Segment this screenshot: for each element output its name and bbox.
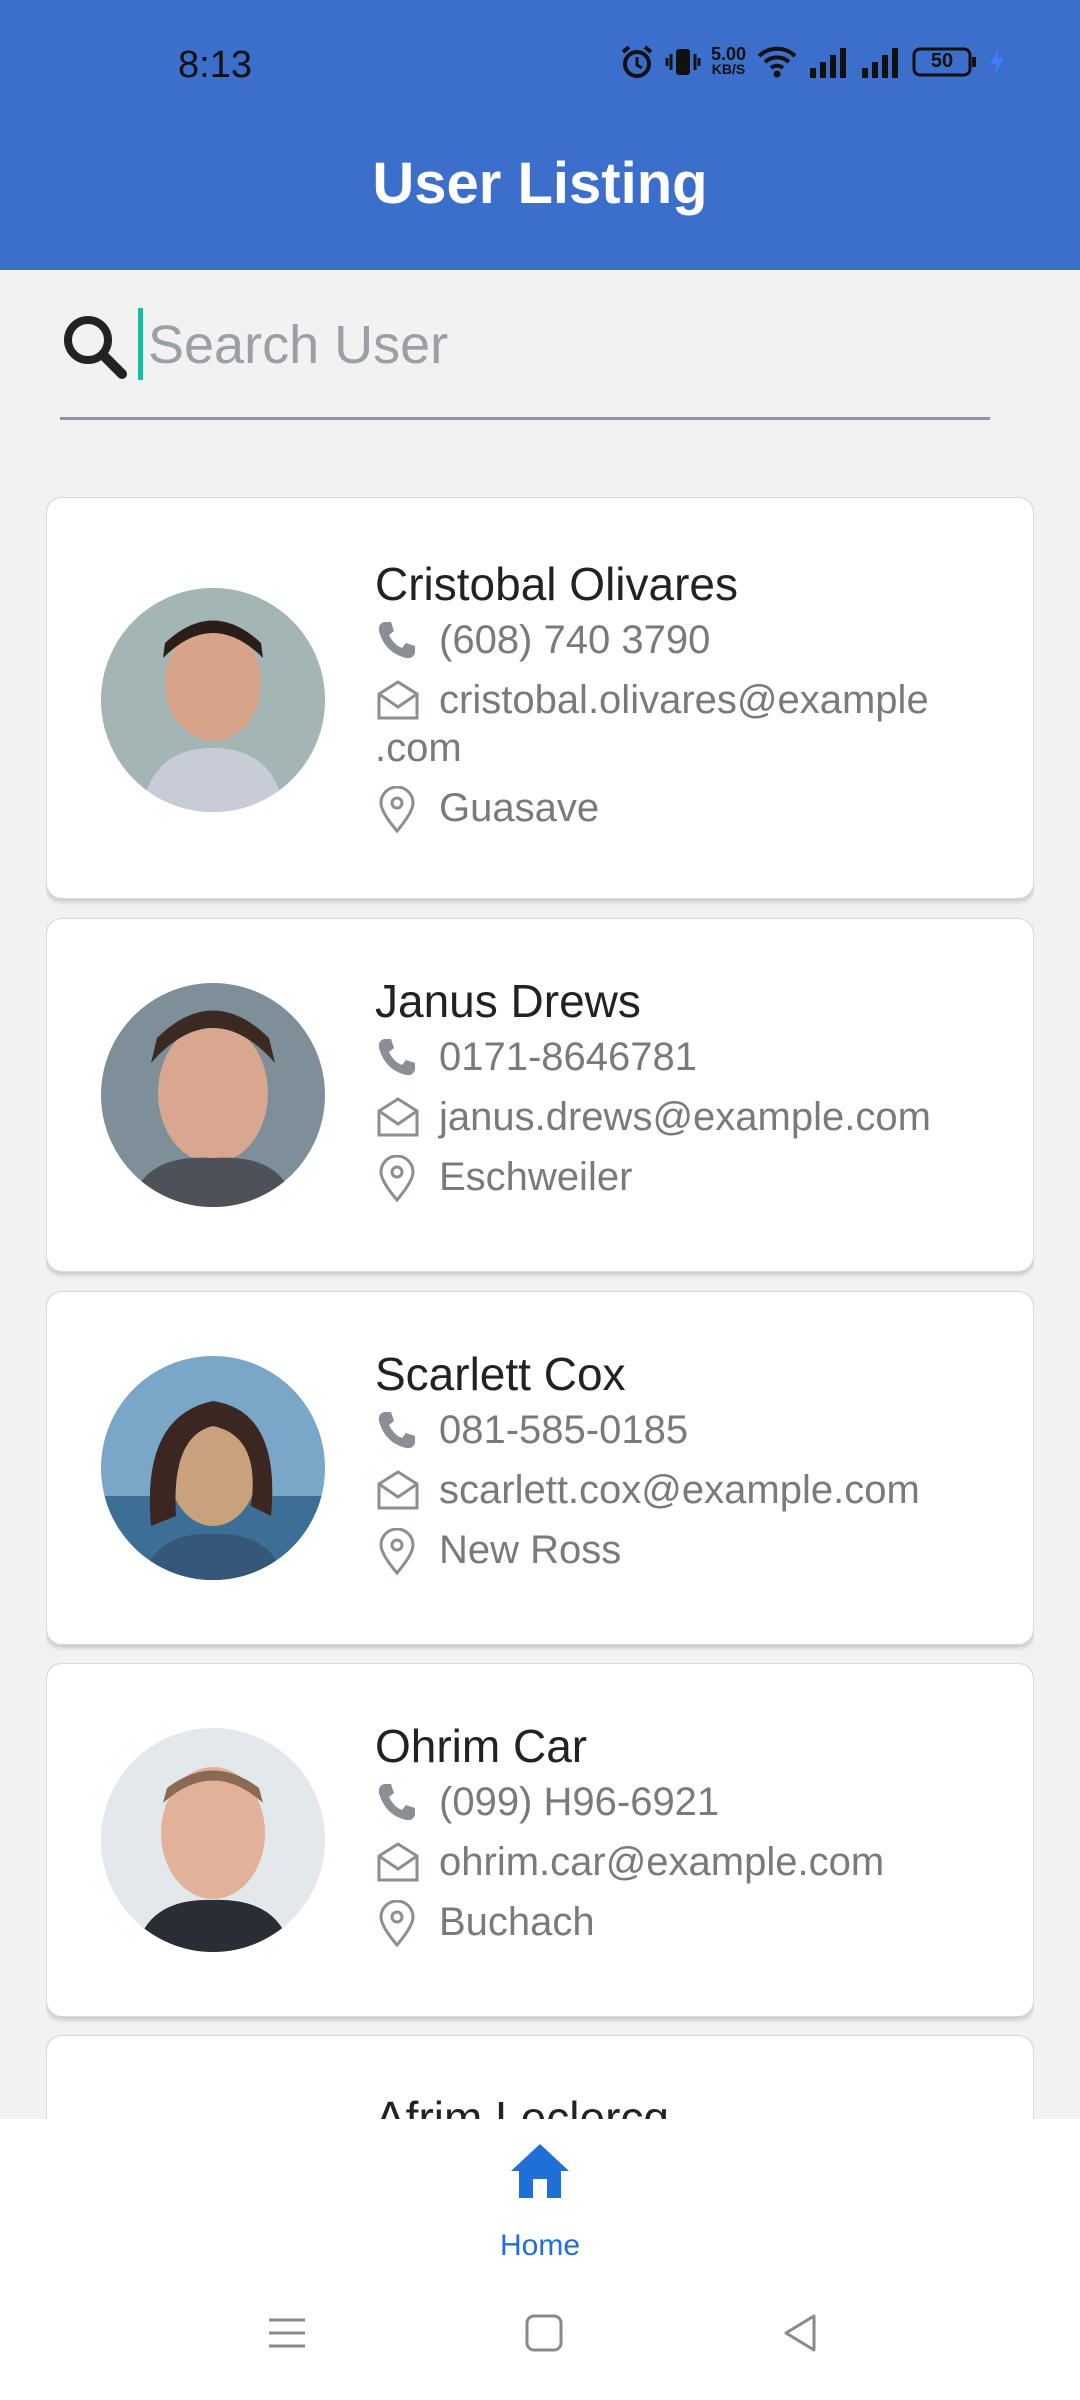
location-pin-icon xyxy=(375,1154,419,1214)
menu-nav-icon[interactable] xyxy=(265,2311,309,2360)
user-email: scarlett.cox@example.com xyxy=(375,1466,963,1514)
user-name: Ohrim Car xyxy=(375,1720,588,1772)
user-phone: 081-585-0185 xyxy=(375,1406,963,1454)
user-name: Scarlett Cox xyxy=(375,1348,626,1400)
avatar xyxy=(101,588,325,812)
user-email-wrap: .com xyxy=(375,726,462,770)
user-location: Guasave xyxy=(375,784,963,834)
user-card[interactable]: Scarlett Cox 081-585-0185 scarlett.cox@e… xyxy=(46,1291,1034,1645)
alarm-icon xyxy=(619,44,655,80)
user-phone: (099) H96-6921 xyxy=(375,1778,963,1826)
user-location: Buchach xyxy=(375,1898,963,1948)
home-icon xyxy=(508,2141,572,2206)
user-card[interactable]: Cristobal Olivares (608) 740 3790 cristo… xyxy=(46,497,1034,899)
user-card[interactable]: Janus Drews 0171-8646781 janus.drews@exa… xyxy=(46,918,1034,1272)
signal-icon-2 xyxy=(860,44,902,80)
user-phone: 0171-8646781 xyxy=(375,1033,963,1081)
home-nav-icon[interactable] xyxy=(522,2311,566,2360)
user-card[interactable]: Afrim Leclercq xyxy=(46,2035,1034,2119)
avatar xyxy=(101,1728,325,1952)
user-location: New Ross xyxy=(375,1526,963,1576)
user-email: janus.drews@example.com xyxy=(375,1093,963,1141)
wifi-icon xyxy=(756,44,798,80)
user-email: cristobal.olivares@example xyxy=(375,676,963,724)
bottom-nav: Home xyxy=(0,2119,1080,2289)
battery-icon: 50 xyxy=(912,46,978,78)
user-name: Janus Drews xyxy=(375,975,641,1027)
system-nav-bar xyxy=(0,2289,1080,2400)
status-time: 8:13 xyxy=(178,44,252,86)
mail-icon xyxy=(375,1468,421,1523)
status-icons: 5.00 KB/S 50 xyxy=(619,44,1006,80)
location-pin-icon xyxy=(375,1527,419,1587)
page-title: User Listing xyxy=(372,151,708,216)
nav-home-label: Home xyxy=(499,2229,581,2262)
search-input[interactable] xyxy=(140,310,968,380)
search-icon xyxy=(60,312,130,387)
avatar xyxy=(101,983,325,1207)
back-nav-icon[interactable] xyxy=(778,2311,822,2360)
vibrate-icon xyxy=(665,44,701,80)
user-list[interactable]: Cristobal Olivares (608) 740 3790 cristo… xyxy=(46,497,1034,2119)
phone-icon xyxy=(375,1408,419,1463)
charging-icon xyxy=(988,46,1006,78)
signal-icon xyxy=(808,44,850,80)
app-bar: 8:13 5.00 KB/S 50 User Listing xyxy=(0,0,1080,270)
user-location: Eschweiler xyxy=(375,1153,963,1203)
user-name: Cristobal Olivares xyxy=(375,558,738,610)
location-pin-icon xyxy=(375,785,419,845)
user-email: ohrim.car@example.com xyxy=(375,1838,963,1886)
user-phone: (608) 740 3790 xyxy=(375,616,963,664)
phone-icon xyxy=(375,1035,419,1090)
search-bar[interactable] xyxy=(60,300,990,420)
network-speed: 5.00 KB/S xyxy=(710,44,746,77)
phone-icon xyxy=(375,618,419,673)
user-card[interactable]: Ohrim Car (099) H96-6921 ohrim.car@examp… xyxy=(46,1663,1034,2017)
location-pin-icon xyxy=(375,1899,419,1959)
avatar xyxy=(101,1356,325,1580)
mail-icon xyxy=(375,1095,421,1150)
user-name: Afrim Leclercq xyxy=(375,2092,669,2119)
mail-icon xyxy=(375,1840,421,1895)
phone-icon xyxy=(375,1780,419,1835)
